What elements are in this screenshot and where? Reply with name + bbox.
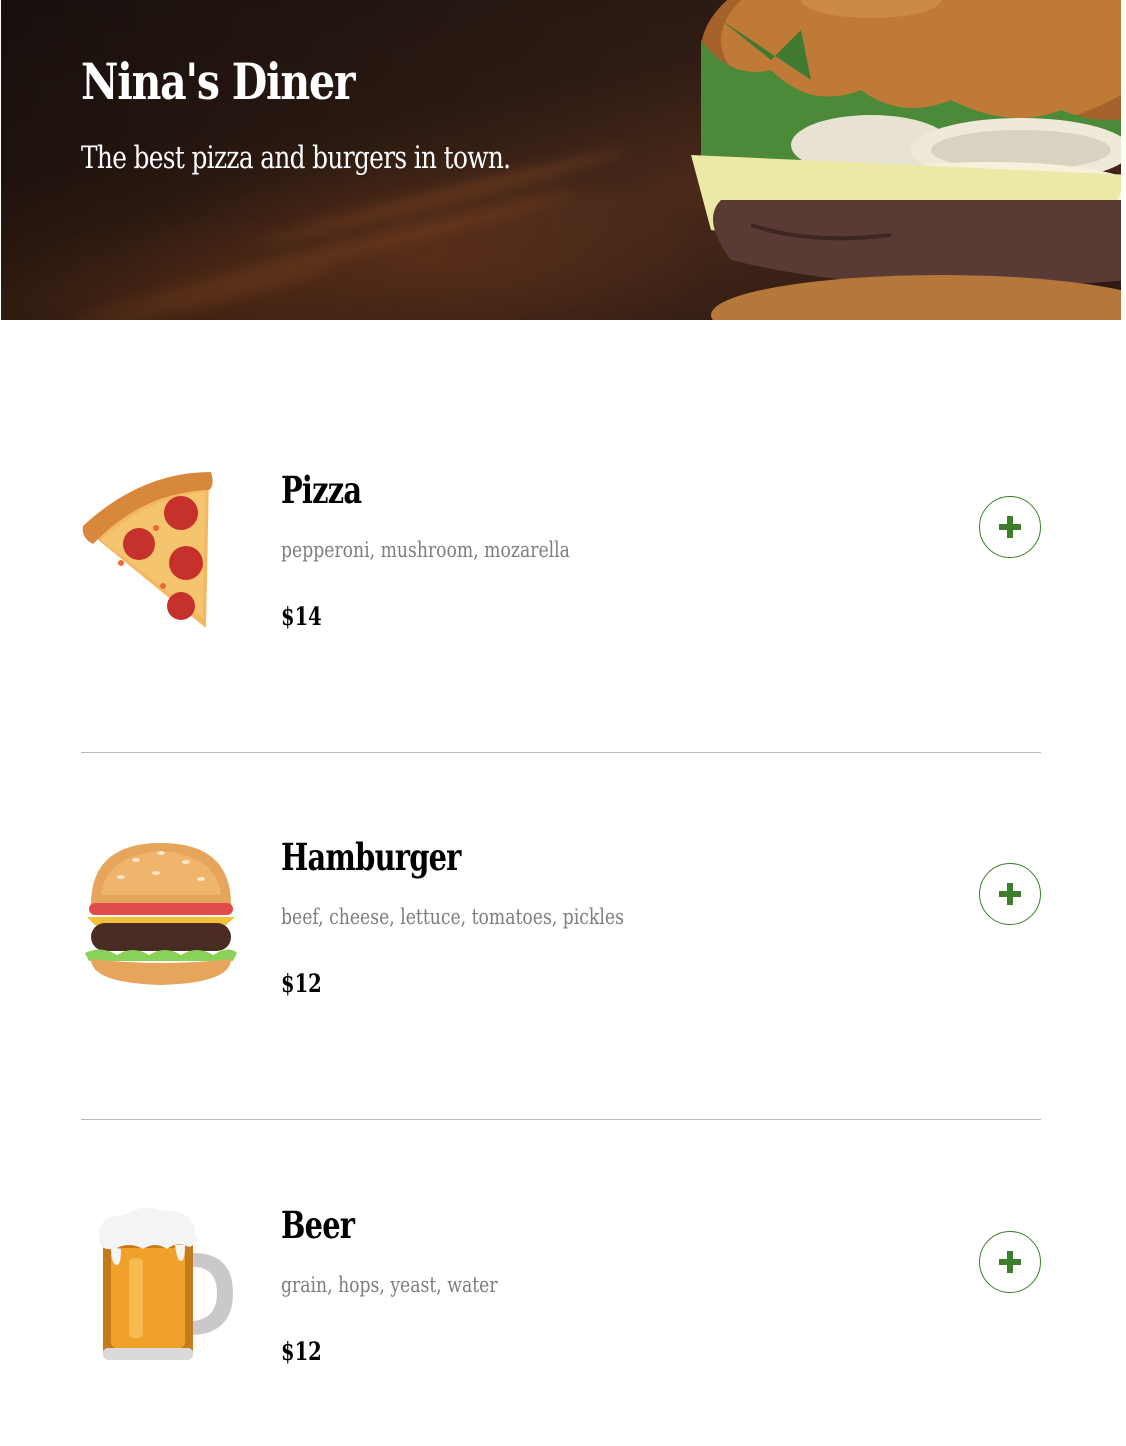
menu-item-pizza: Pizza pepperoni, mushroom, mozarella $14 <box>81 468 1041 668</box>
menu-item-beer: Beer grain, hops, yeast, water $12 <box>81 1203 1041 1403</box>
menu-item-price: $12 <box>281 969 322 998</box>
menu-item-name: Hamburger <box>281 835 461 879</box>
menu-item-ingredients: grain, hops, yeast, water <box>281 1273 498 1297</box>
menu-divider <box>81 752 1041 753</box>
menu-item-ingredients: beef, cheese, lettuce, tomatoes, pickles <box>281 905 624 929</box>
plus-icon <box>999 883 1021 905</box>
menu-item-name: Beer <box>281 1203 355 1247</box>
hamburger-icon <box>85 843 237 985</box>
hero-burger-image <box>691 0 1121 320</box>
menu-divider <box>81 1119 1041 1120</box>
menu-item-name: Pizza <box>281 468 362 512</box>
add-beer-button[interactable] <box>979 1231 1041 1293</box>
plus-icon <box>999 516 1021 538</box>
menu-item-ingredients: pepperoni, mushroom, mozarella <box>281 538 570 562</box>
add-pizza-button[interactable] <box>979 496 1041 558</box>
menu-item-hamburger: Hamburger beef, cheese, lettuce, tomatoe… <box>81 835 1041 1035</box>
beer-mug-icon <box>98 1207 233 1360</box>
add-hamburger-button[interactable] <box>979 863 1041 925</box>
hero-banner: Nina's Diner The best pizza and burgers … <box>1 0 1121 320</box>
page-tagline: The best pizza and burgers in town. <box>81 140 511 176</box>
plus-icon <box>999 1251 1021 1273</box>
menu-item-price: $14 <box>281 602 322 631</box>
pizza-slice-icon <box>82 472 213 628</box>
page-title: Nina's Diner <box>81 52 355 111</box>
menu-item-price: $12 <box>281 1337 322 1366</box>
